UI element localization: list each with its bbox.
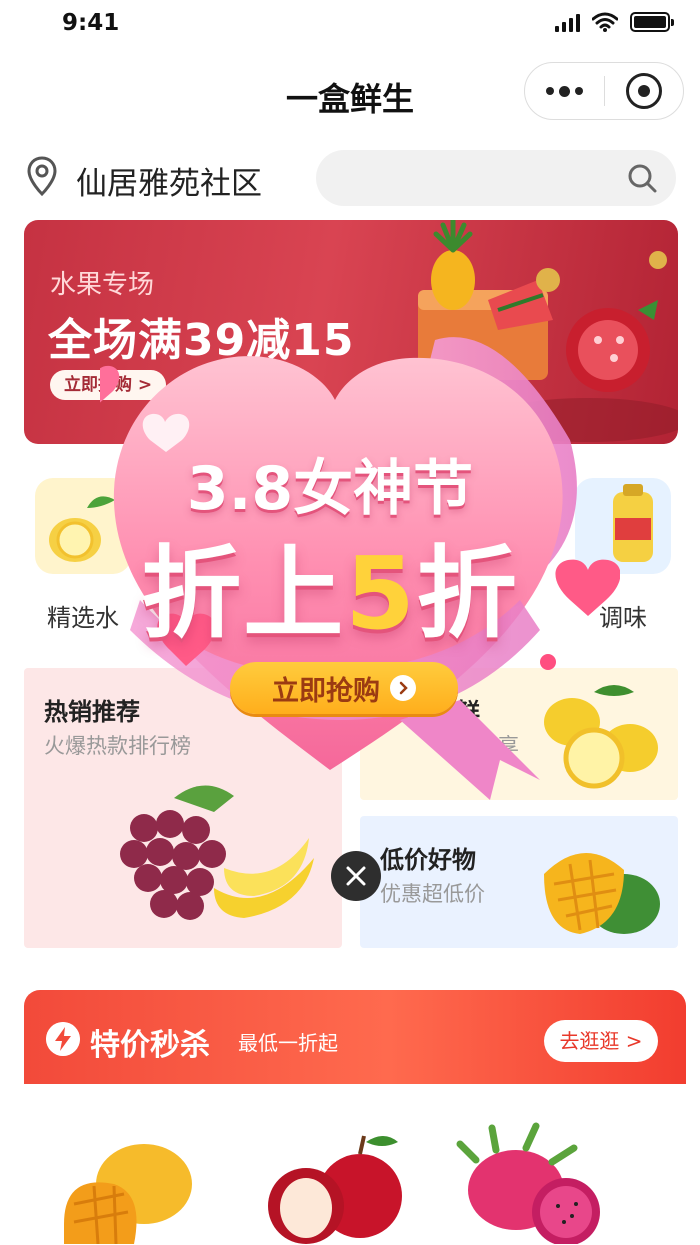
lightning-icon	[46, 1022, 80, 1056]
flash-sale-products	[24, 1084, 686, 1245]
chevron-right-icon	[390, 675, 416, 701]
card-title: 低价好物	[380, 846, 476, 874]
wifi-icon	[592, 12, 618, 32]
popup-buy-label: 立即抢购	[272, 675, 380, 707]
product-dragonfruit-image[interactable]	[456, 1120, 616, 1244]
signal-icon	[555, 12, 580, 32]
banner-subtitle: 水果专场	[50, 270, 155, 300]
mango-image	[544, 852, 660, 934]
status-icons	[555, 12, 674, 32]
close-icon	[346, 866, 366, 886]
location-name[interactable]: 仙居雅苑社区	[76, 158, 262, 203]
card-subtitle: 优惠超低价	[380, 882, 485, 906]
flash-sale-title: 特价秒杀	[90, 1028, 210, 1063]
search-input[interactable]	[316, 150, 676, 206]
status-time: 9:41	[62, 10, 120, 36]
mini-program-capsule	[524, 62, 684, 120]
close-miniprogram-button[interactable]	[605, 63, 684, 119]
popup-headline-prefix: 折上	[141, 535, 346, 652]
popup-buy-button[interactable]: 立即抢购	[230, 662, 458, 714]
flash-sale-more-button[interactable]: 去逛逛 >	[544, 1020, 658, 1062]
popup-close-button[interactable]	[331, 851, 381, 901]
product-apple-image[interactable]	[260, 1128, 410, 1244]
product-mango-image[interactable]	[54, 1134, 194, 1244]
search-icon	[628, 164, 657, 193]
card-low-price[interactable]: 低价好物 优惠超低价	[360, 816, 678, 948]
location-pin-icon[interactable]	[26, 156, 58, 196]
flash-sale-header: 特价秒杀 最低一折起 去逛逛 >	[24, 990, 686, 1084]
location-row: 仙居雅苑社区	[0, 140, 700, 212]
popup-headline: 折上5折	[100, 512, 560, 657]
promo-popup[interactable]: 3.8女神节 折上5折 立即抢购	[100, 300, 620, 820]
battery-icon	[630, 12, 674, 32]
popup-headline-number: 5	[345, 535, 417, 652]
more-dots-icon	[545, 85, 583, 97]
target-icon	[625, 73, 662, 109]
flash-sale-section: 特价秒杀 最低一折起 去逛逛 >	[24, 990, 686, 1245]
popup-headline-suffix: 折	[416, 535, 519, 652]
more-button[interactable]	[525, 63, 604, 119]
nav-bar: 一盒鲜生	[0, 50, 700, 140]
flash-sale-subtitle: 最低一折起	[238, 1031, 338, 1055]
status-bar: 9:41	[0, 0, 700, 50]
